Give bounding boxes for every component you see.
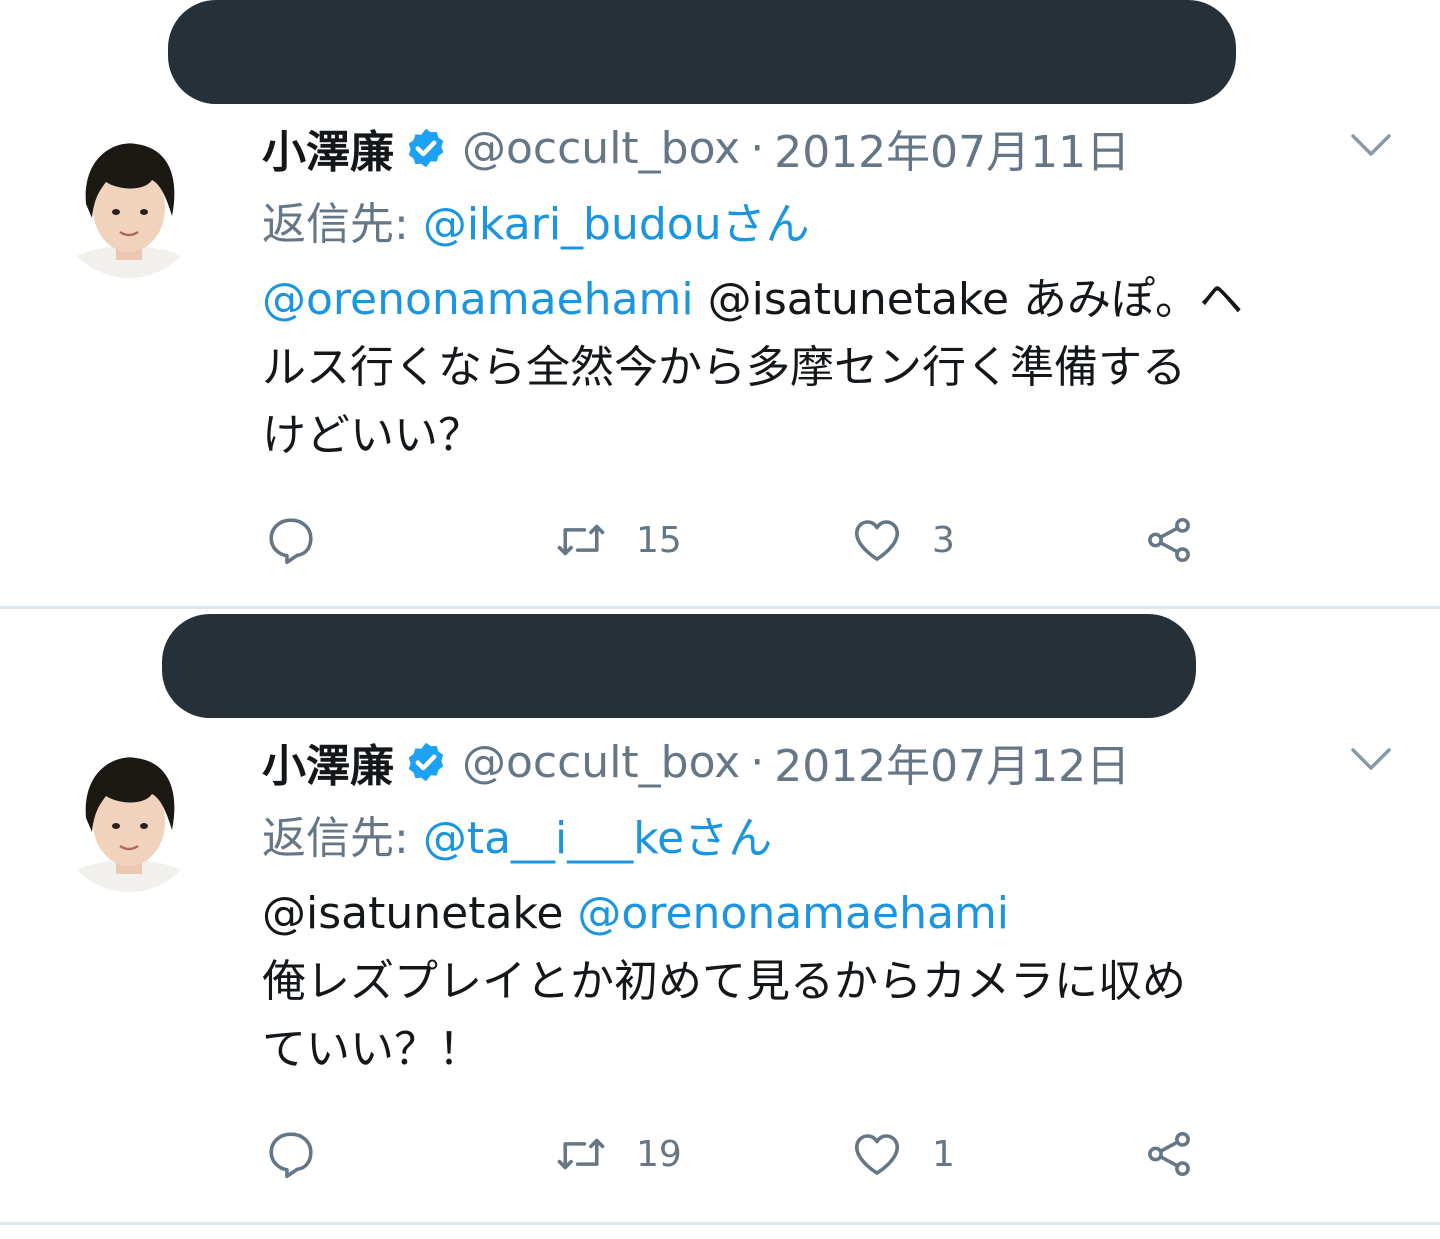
- mention-text[interactable]: @isatunetake: [708, 274, 1009, 325]
- reply-context: 返信先: @ikari_budouさん: [262, 190, 810, 250]
- tweet-text-line: あみぽ。ヘ: [1023, 274, 1244, 325]
- like-button[interactable]: 3: [850, 510, 955, 570]
- separator-dot: ·: [750, 122, 765, 174]
- retweet-button[interactable]: 19: [554, 1124, 682, 1184]
- retweet-button[interactable]: 15: [554, 510, 682, 570]
- heart-icon: [854, 520, 900, 561]
- redaction-bar: [168, 0, 1236, 104]
- separator-dot: ·: [750, 736, 765, 788]
- reply-label: 返信先:: [262, 813, 409, 864]
- display-name[interactable]: 小澤廉: [262, 730, 394, 794]
- chevron-down-icon[interactable]: [1350, 746, 1392, 772]
- user-handle[interactable]: @occult_box: [462, 737, 740, 788]
- mention-link[interactable]: @orenonamaehami: [577, 888, 1009, 939]
- tweet-text-line: ていい？！: [262, 1024, 482, 1075]
- heart-icon: [854, 1134, 900, 1175]
- reply-context: 返信先: @ta__i___keさん: [262, 804, 772, 864]
- retweet-count: 15: [636, 519, 682, 561]
- reply-to-link[interactable]: @ta__i___keさん: [423, 802, 772, 866]
- tweet-actions: 19 1: [264, 1124, 1264, 1184]
- retweet-count: 19: [636, 1133, 682, 1175]
- share-button[interactable]: [1142, 1124, 1196, 1184]
- like-count: 3: [932, 519, 955, 561]
- tweet-header: 小澤廉 @occult_box · 2012年07月12日: [262, 730, 1130, 794]
- retweet-icon: [557, 1138, 605, 1170]
- tweet-divider: [0, 606, 1440, 609]
- mention-link[interactable]: @orenonamaehami: [262, 274, 694, 325]
- avatar[interactable]: [56, 126, 202, 286]
- reply-label: 返信先:: [262, 199, 409, 250]
- redaction-bar: [162, 614, 1196, 718]
- like-button[interactable]: 1: [850, 1124, 955, 1184]
- verified-badge-icon: [408, 128, 444, 168]
- reply-button[interactable]: [264, 1124, 318, 1184]
- chevron-down-icon[interactable]: [1350, 132, 1392, 158]
- reply-icon: [269, 518, 313, 565]
- tweet-text-line: 俺レズプレイとか初めて見るからカメラに収め: [262, 956, 1186, 1007]
- tweet-text: @orenonamaehami @isatunetake あみぽ。ヘ ルス行くな…: [262, 266, 1402, 470]
- tweet[interactable]: 小澤廉 @occult_box · 2012年07月12日 返信先: @ta__…: [0, 614, 1440, 1223]
- retweet-icon: [557, 524, 605, 556]
- tweet-text: @isatunetake @orenonamaehami 俺レズプレイとか初めて…: [262, 880, 1402, 1084]
- tweet[interactable]: 小澤廉 @occult_box · 2012年07月11日 返信先: @ikar…: [0, 0, 1440, 606]
- tweet-date[interactable]: 2012年07月12日: [774, 730, 1130, 794]
- tweet-text-line: ルス行くなら全然今から多摩セン行く準備する: [262, 342, 1186, 393]
- reply-icon: [269, 1132, 313, 1179]
- share-icon: [1148, 517, 1190, 563]
- tweet-actions: 15 3: [264, 510, 1264, 570]
- like-count: 1: [932, 1133, 955, 1175]
- tweet-divider: [0, 1222, 1440, 1225]
- share-icon: [1148, 1131, 1190, 1177]
- user-handle[interactable]: @occult_box: [462, 123, 740, 174]
- tweet-text-line: けどいい？: [262, 410, 482, 461]
- display-name[interactable]: 小澤廉: [262, 116, 394, 180]
- avatar[interactable]: [56, 740, 202, 900]
- mention-text[interactable]: @isatunetake: [262, 888, 563, 939]
- tweet-header: 小澤廉 @occult_box · 2012年07月11日: [262, 116, 1130, 180]
- reply-button[interactable]: [264, 510, 318, 570]
- tweet-date[interactable]: 2012年07月11日: [774, 116, 1130, 180]
- share-button[interactable]: [1142, 510, 1196, 570]
- reply-to-link[interactable]: @ikari_budouさん: [423, 188, 810, 252]
- verified-badge-icon: [408, 742, 444, 782]
